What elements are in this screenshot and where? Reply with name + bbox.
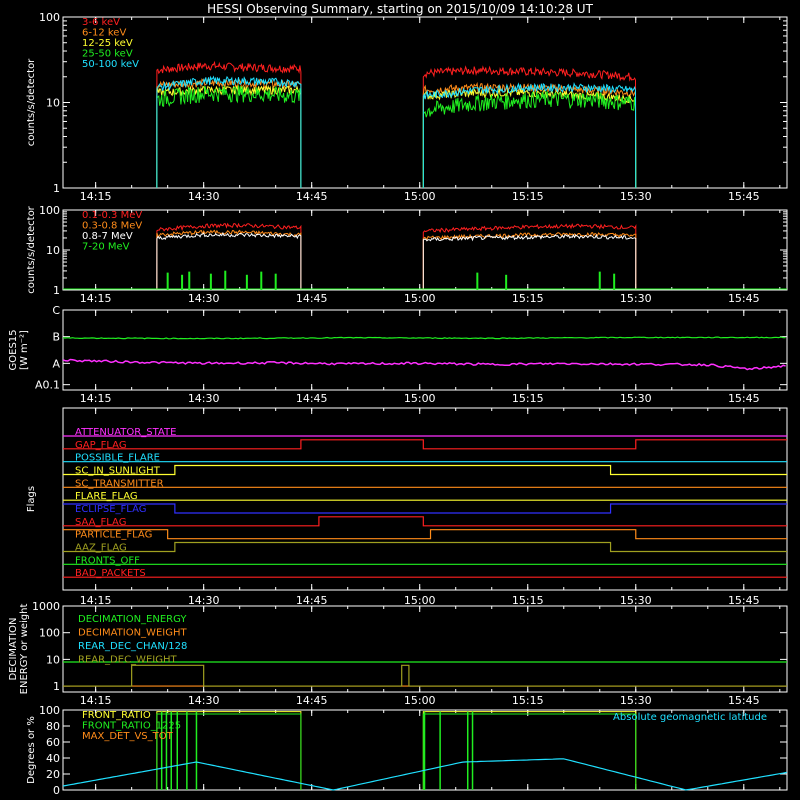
goes-xtick-label: 14:15 (80, 392, 112, 405)
ratios-legend-1: FRONT_RATIO_1225 (82, 721, 181, 732)
high-energy-xtick-label: 14:45 (296, 292, 328, 305)
high-energy-legend-3: 7-20 MeV (82, 242, 130, 253)
flag-label-8: PARTICLE_FLAG (75, 530, 152, 541)
decimation-xtick-label: 15:15 (512, 694, 544, 707)
decimation-xtick-label: 14:15 (80, 694, 112, 707)
low-energy-legend-0: 3-6 keV (82, 17, 120, 28)
flags-xtick-label: 15:30 (620, 594, 652, 607)
chart-background (0, 0, 800, 800)
goes-xtick-label: 14:45 (296, 392, 328, 405)
decimation-ytick-label: 100 (39, 627, 60, 640)
decimation-xtick-label: 14:45 (296, 694, 328, 707)
low-energy-legend-1: 6-12 keV (82, 28, 126, 39)
high-energy-ytick-label: 10 (46, 244, 60, 257)
decimation-xtick-label: 15:00 (404, 694, 436, 707)
flags-xtick-label: 14:30 (188, 594, 220, 607)
high-energy-xtick-label: 15:45 (728, 292, 760, 305)
ratios-ytick-label: 0 (53, 784, 60, 797)
goes-xtick-label: 15:15 (512, 392, 544, 405)
high-energy-ytick-label: 100 (39, 204, 60, 217)
low-energy-xtick-label: 14:45 (296, 190, 328, 203)
low-energy-ytick-label: 10 (46, 97, 60, 110)
ratios-ytick-label: 60 (46, 736, 60, 749)
decimation-ylabel: DECIMATION (8, 617, 19, 680)
low-energy-legend-4: 50-100 keV (82, 59, 139, 70)
decimation-ylabel2: ENERGY or weight (19, 604, 30, 695)
low-energy-xtick-label: 14:30 (188, 190, 220, 203)
goes-xtick-label: 15:00 (404, 392, 436, 405)
flags-xtick-label: 14:15 (80, 594, 112, 607)
high-energy-legend-0: 0.1-0.3 MeV (82, 210, 142, 221)
goes-xtick-label: 14:30 (188, 392, 220, 405)
goes-ytick-label: B (52, 331, 60, 344)
low-energy-ytick-label: 100 (39, 11, 60, 24)
decimation-xtick-label: 14:30 (188, 694, 220, 707)
low-energy-xtick-label: 15:45 (728, 190, 760, 203)
high-energy-xtick-label: 15:00 (404, 292, 436, 305)
ratios-ytick-label: 20 (46, 768, 60, 781)
decimation-ytick-label: 10 (46, 653, 60, 666)
high-energy-legend-1: 0.3-0.8 MeV (82, 221, 142, 232)
flags-ylabel: Flags (26, 486, 37, 512)
high-energy-xtick-label: 14:30 (188, 292, 220, 305)
ratios-ytick-label: 100 (39, 704, 60, 717)
goes-ytick-label: C (52, 304, 60, 317)
ratios-ytick-label: 80 (46, 720, 60, 733)
flags-xtick-label: 15:15 (512, 594, 544, 607)
high-energy-xtick-label: 15:30 (620, 292, 652, 305)
decimation-ytick-label: 1 (53, 680, 60, 693)
low-energy-ylabel: counts/s/detector (26, 58, 37, 146)
hessi-summary-chart: HESSI Observing Summary, starting on 201… (0, 0, 800, 800)
low-energy-legend-3: 25-50 keV (82, 49, 133, 60)
decimation-xtick-label: 15:30 (620, 694, 652, 707)
flags-xtick-label: 15:00 (404, 594, 436, 607)
low-energy-xtick-label: 15:30 (620, 190, 652, 203)
goes-xtick-label: 15:30 (620, 392, 652, 405)
decimation-legend-3: REAR_DEC_WEIGHT (78, 655, 177, 666)
decimation-legend-0: DECIMATION_ENERGY (78, 614, 187, 625)
flags-xtick-label: 14:45 (296, 594, 328, 607)
geomagnetic-latitude-label: Absolute geomagnetic latitude (613, 712, 767, 723)
ratios-legend-0: FRONT_RATIO (82, 710, 151, 721)
high-energy-xtick-label: 15:15 (512, 292, 544, 305)
low-energy-xtick-label: 15:00 (404, 190, 436, 203)
low-energy-ytick-label: 1 (53, 182, 60, 195)
high-energy-ytick-label: 1 (53, 284, 60, 297)
ratios-legend-2: MAX_DET_VS_TOT (82, 731, 174, 742)
flags-xtick-label: 15:45 (728, 594, 760, 607)
goes-ylabel: GOES15 (8, 329, 19, 370)
ratios-ytick-label: 40 (46, 752, 60, 765)
decimation-ytick-label: 1000 (32, 600, 60, 613)
decimation-xtick-label: 15:45 (728, 694, 760, 707)
goes-ylabel2: [W m⁻²] (19, 330, 30, 370)
high-energy-ylabel: counts/s/detector (26, 205, 37, 293)
goes-xtick-label: 15:45 (728, 392, 760, 405)
low-energy-xtick-label: 15:15 (512, 190, 544, 203)
flag-label-6: ECLIPSE_FLAG (75, 504, 146, 515)
high-energy-legend-2: 0.8-7 MeV (82, 231, 133, 242)
goes-ytick-label: A (52, 357, 60, 370)
chart-title: HESSI Observing Summary, starting on 201… (207, 2, 593, 16)
low-energy-legend-2: 12-25 keV (82, 38, 133, 49)
decimation-legend-2: REAR_DEC_CHAN/128 (78, 641, 187, 652)
low-energy-xtick-label: 14:15 (80, 190, 112, 203)
high-energy-xtick-label: 14:15 (80, 292, 112, 305)
decimation-legend-1: DECIMATION_WEIGHT (78, 628, 187, 639)
ratios-ylabel: Degrees or % (26, 716, 37, 784)
goes-ytick-label: A0.1 (35, 379, 60, 392)
